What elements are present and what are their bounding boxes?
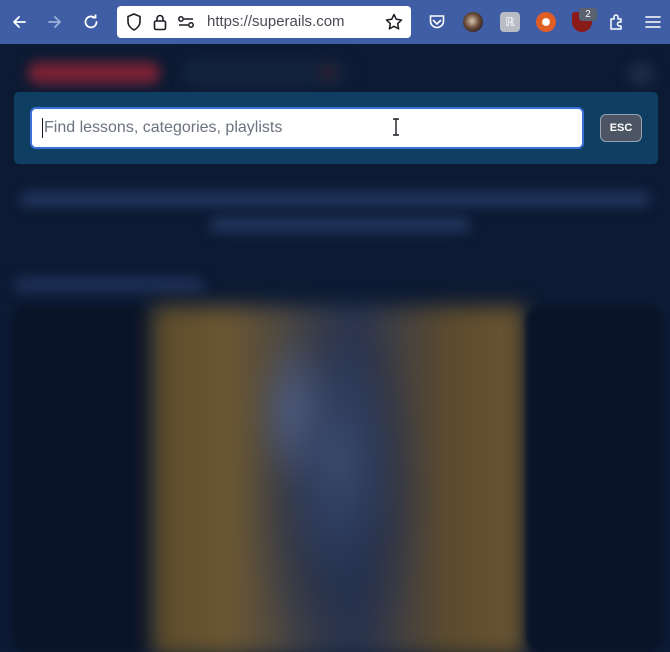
text-cursor-icon bbox=[391, 118, 401, 141]
readwise-extension-icon[interactable]: ℝ bbox=[500, 12, 520, 32]
page-subheading-blurred bbox=[210, 218, 470, 232]
right-panel bbox=[526, 306, 662, 652]
url-bar[interactable]: https://superails.com bbox=[117, 6, 411, 38]
breadcrumb bbox=[14, 278, 204, 292]
shield-icon[interactable] bbox=[125, 13, 143, 31]
profile-extension-icon[interactable] bbox=[463, 12, 483, 32]
duckduckgo-extension-icon[interactable] bbox=[536, 12, 556, 32]
text-caret bbox=[42, 118, 43, 138]
site-logo bbox=[28, 62, 160, 84]
video-thumbnail bbox=[152, 306, 524, 652]
url-text: https://superails.com bbox=[207, 13, 345, 30]
extension-badge: 2 bbox=[579, 8, 597, 21]
reload-icon[interactable] bbox=[78, 9, 104, 35]
extensions-icon[interactable] bbox=[604, 9, 630, 35]
left-panel bbox=[12, 306, 150, 652]
esc-button[interactable]: ESC bbox=[600, 114, 642, 142]
avatar bbox=[628, 62, 654, 86]
pocket-icon[interactable] bbox=[424, 9, 450, 35]
bookmark-star-icon[interactable] bbox=[385, 13, 403, 31]
search-input[interactable] bbox=[30, 107, 584, 149]
nav-icon bbox=[320, 64, 336, 80]
page-heading-blurred bbox=[20, 192, 650, 206]
search-modal: ESC bbox=[14, 92, 658, 164]
permissions-icon[interactable] bbox=[177, 13, 195, 31]
menu-icon[interactable] bbox=[640, 9, 666, 35]
browser-toolbar: https://superails.com ℝ 2 bbox=[0, 0, 670, 44]
forward-icon[interactable] bbox=[42, 9, 68, 35]
lock-icon[interactable] bbox=[151, 13, 169, 31]
back-icon[interactable] bbox=[6, 9, 32, 35]
